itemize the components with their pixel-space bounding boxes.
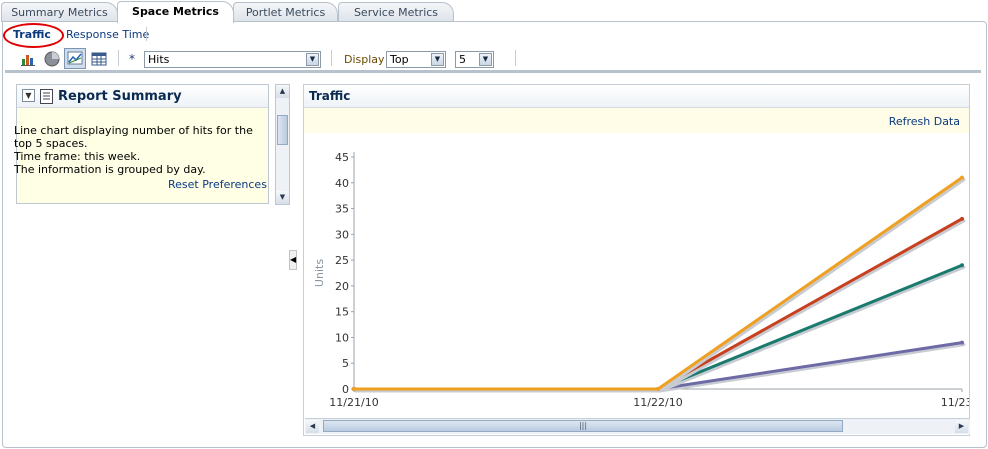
- toolbar-divider: [515, 50, 516, 66]
- chart-horizontal-scrollbar[interactable]: ◀ ||| ▶: [305, 418, 970, 434]
- y-axis-label: Units: [313, 259, 326, 287]
- collapse-pane-icon[interactable]: ◀: [289, 250, 297, 270]
- subtab-divider: [146, 27, 147, 41]
- toolbar-divider: [118, 50, 119, 66]
- toolbar-divider: [331, 50, 332, 66]
- tab-space-metrics[interactable]: Space Metrics: [117, 1, 234, 23]
- traffic-line-chart: 0 5 10 15 20 25 30 35 40 45 11/21/10 11/22/10 11/23/…: [313, 151, 969, 409]
- subtab-traffic[interactable]: Traffic: [13, 28, 51, 41]
- y-tick-label: 15: [335, 306, 349, 319]
- pie-chart-icon[interactable]: [44, 51, 60, 67]
- scroll-right-icon[interactable]: ▶: [955, 420, 968, 433]
- required-marker: *: [129, 52, 135, 66]
- y-tick-label: 30: [335, 228, 349, 241]
- count-select-value: 5: [459, 53, 466, 66]
- collapse-toggle-icon[interactable]: ▼: [22, 89, 35, 102]
- data-point: [960, 340, 964, 345]
- subtab-response-time[interactable]: Response Time: [66, 28, 149, 41]
- y-tick-label: 5: [342, 357, 349, 370]
- summary-line: Time frame: this week.: [14, 150, 141, 163]
- summary-line: top 5 spaces.: [14, 137, 88, 150]
- chevron-down-icon[interactable]: ▼: [479, 53, 492, 66]
- scroll-left-icon[interactable]: ◀: [306, 420, 319, 433]
- tab-summary-metrics[interactable]: Summary Metrics: [1, 2, 118, 22]
- data-point: [656, 387, 660, 391]
- report-summary-title: Report Summary: [58, 89, 182, 104]
- tab-service-metrics[interactable]: Service Metrics: [338, 2, 454, 22]
- scroll-up-icon[interactable]: ▲: [276, 85, 289, 98]
- series-line: [352, 263, 964, 391]
- line-chart-icon[interactable]: [64, 48, 86, 69]
- chart-scroll-thumb[interactable]: |||: [323, 420, 843, 432]
- summary-line: Line chart displaying number of hits for…: [14, 124, 253, 137]
- y-tick-label: 0: [342, 383, 349, 396]
- y-tick-label: 25: [335, 254, 349, 267]
- summary-line: The information is grouped by day.: [14, 163, 206, 176]
- x-tick-label: 11/22/10: [633, 396, 682, 409]
- y-tick-label: 20: [335, 280, 349, 293]
- traffic-chart-title: Traffic: [309, 89, 351, 103]
- y-tick-label: 35: [335, 203, 349, 216]
- display-select[interactable]: Top ▼: [386, 51, 446, 68]
- x-tick-label: 11/23/1: [941, 396, 969, 409]
- scroll-down-icon[interactable]: ▼: [276, 191, 289, 204]
- data-point: [960, 175, 964, 180]
- y-tick-label: 40: [335, 177, 349, 190]
- x-tick-label: 11/21/10: [329, 396, 378, 409]
- series-line: [352, 341, 964, 391]
- toolbar-separator: [5, 70, 981, 73]
- metrics-tabstrip: Summary Metrics Space Metrics Portlet Me…: [0, 0, 988, 23]
- series-shadow: [354, 265, 966, 393]
- count-select[interactable]: 5 ▼: [455, 51, 494, 68]
- table-icon[interactable]: [91, 51, 107, 67]
- scroll-thumb[interactable]: [277, 115, 288, 145]
- traffic-chart-panel: Traffic Refresh Data 0 5 10 15 20 25 30 35 40 45 1…: [303, 84, 970, 436]
- report-summary-header: ▼ Report Summary: [17, 85, 268, 108]
- data-point: [960, 263, 964, 268]
- y-tick-label: 10: [335, 331, 349, 344]
- chevron-down-icon[interactable]: ▼: [306, 53, 319, 66]
- tab-portlet-metrics[interactable]: Portlet Metrics: [233, 2, 338, 22]
- display-select-value: Top: [390, 53, 409, 66]
- data-point: [352, 387, 356, 391]
- series-shadow: [354, 343, 966, 393]
- report-summary-scrollbar[interactable]: ▲ ▼: [275, 84, 290, 205]
- display-label: Display: [344, 53, 385, 66]
- bar-chart-icon[interactable]: [20, 51, 36, 67]
- metric-select-value: Hits: [148, 53, 170, 66]
- data-point: [960, 216, 964, 221]
- metric-select[interactable]: Hits ▼: [144, 51, 321, 68]
- chart-action-bar: Refresh Data: [304, 108, 969, 133]
- y-tick-label: 45: [335, 151, 349, 164]
- refresh-data-link[interactable]: Refresh Data: [889, 115, 960, 128]
- traffic-chart-header: Traffic: [304, 85, 969, 108]
- chevron-down-icon[interactable]: ▼: [431, 53, 444, 66]
- reset-preferences-link[interactable]: Reset Preferences: [168, 178, 267, 191]
- document-icon: [40, 89, 53, 104]
